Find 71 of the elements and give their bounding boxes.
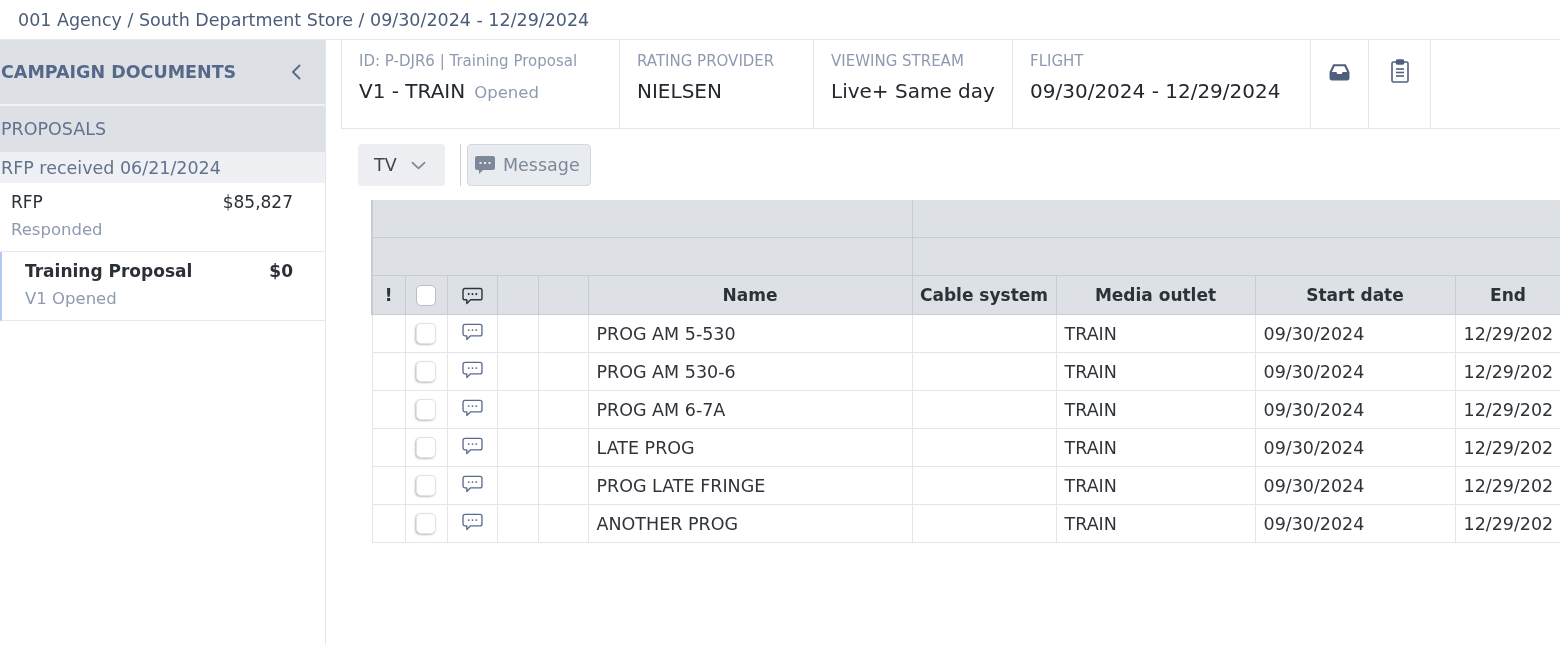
chevron-left-icon[interactable] <box>291 64 301 80</box>
version-status: Opened <box>474 83 539 102</box>
table-cell: 09/30/2024 <box>1255 428 1455 467</box>
row-checkbox[interactable] <box>416 475 436 497</box>
table-cell: PROG LATE FRINGE <box>588 466 912 505</box>
group-header: RFP received 06/21/2024 <box>0 152 325 183</box>
chat-bubble-icon <box>474 155 496 175</box>
table-cell: TRAIN <box>1056 428 1255 467</box>
table-cell: TRAIN <box>1056 314 1255 353</box>
table-cell: 09/30/2024 <box>1255 390 1455 429</box>
table-cell: 12/29/202 <box>1455 314 1560 353</box>
row-checkbox[interactable] <box>416 399 436 421</box>
media-type-dropdown[interactable]: TV <box>358 144 445 186</box>
item-amount: $85,827 <box>222 192 293 212</box>
comment-icon[interactable] <box>461 360 483 379</box>
column-header[interactable]: Media outlet <box>1056 275 1255 315</box>
table-cell: 12/29/202 <box>1455 390 1560 429</box>
field-value: 09/30/2024 - 12/29/2024 <box>1030 78 1281 105</box>
column-header[interactable]: ! <box>372 275 405 315</box>
row-checkbox[interactable] <box>416 323 436 345</box>
table-cell: 12/29/202 <box>1455 504 1560 543</box>
column-header[interactable]: End <box>1455 275 1560 315</box>
row-checkbox[interactable] <box>416 361 436 383</box>
select-all-checkbox[interactable] <box>416 284 436 306</box>
column-header[interactable]: Start date <box>1255 275 1455 315</box>
inbox-icon[interactable] <box>1329 63 1350 81</box>
comment-icon[interactable] <box>461 398 483 417</box>
clipboard-icon[interactable] <box>1390 59 1409 83</box>
table-cell: PROG AM 6-7A <box>588 390 912 429</box>
comment-icon[interactable] <box>461 474 483 493</box>
comment-icon[interactable] <box>461 436 483 455</box>
table-cell: 12/29/202 <box>1455 352 1560 391</box>
field-value: Live+ Same day <box>831 78 995 105</box>
item-status: Responded <box>11 219 104 241</box>
field-label: FLIGHT <box>1030 51 1085 72</box>
chevron-down-icon <box>410 160 426 170</box>
sidebar-title: CAMPAIGN DOCUMENTS <box>1 62 237 82</box>
row-checkbox[interactable] <box>416 513 436 535</box>
field-value: NIELSEN <box>637 78 722 105</box>
table-cell: TRAIN <box>1056 390 1255 429</box>
breadcrumb: 001 Agency / South Department Store / 09/30/2024 - 12/29/2024 <box>18 9 590 30</box>
comment-icon[interactable] <box>461 322 483 341</box>
table-cell: TRAIN <box>1056 466 1255 505</box>
table-cell: 09/30/2024 <box>1255 466 1455 505</box>
item-name: RFP <box>11 192 43 212</box>
table-cell: 09/30/2024 <box>1255 352 1455 391</box>
proposal-item[interactable]: RFP $85,827 Responded <box>0 183 325 252</box>
version-title: V1 - TRAIN <box>359 78 466 105</box>
table-cell: LATE PROG <box>588 428 912 467</box>
column-header[interactable]: Cable system <box>912 275 1056 315</box>
table-cell: ANOTHER PROG <box>588 504 912 543</box>
table-cell: 12/29/202 <box>1455 428 1560 467</box>
section-header: PROPOSALS <box>0 106 325 152</box>
table-cell: TRAIN <box>1056 504 1255 543</box>
proposal-item[interactable]: Training Proposal $0 V1 Opened <box>0 252 325 321</box>
row-checkbox[interactable] <box>416 437 436 459</box>
table-cell: 09/30/2024 <box>1255 314 1455 353</box>
document-id: ID: P-DJR6 | Training Proposal <box>359 51 579 72</box>
field-label: RATING PROVIDER <box>637 51 776 72</box>
comment-icon[interactable] <box>461 512 483 531</box>
item-amount: $0 <box>269 261 293 281</box>
table-cell: PROG AM 530-6 <box>588 352 912 391</box>
table-cell: 12/29/202 <box>1455 466 1560 505</box>
table-cell: PROG AM 5-530 <box>588 314 912 353</box>
item-status: V1 Opened <box>25 288 118 310</box>
field-label: VIEWING STREAM <box>831 51 965 72</box>
comment-icon[interactable] <box>461 287 483 305</box>
column-header[interactable]: Name <box>588 275 912 315</box>
table-cell: 09/30/2024 <box>1255 504 1455 543</box>
table-cell: TRAIN <box>1056 352 1255 391</box>
item-name: Training Proposal <box>25 261 193 281</box>
